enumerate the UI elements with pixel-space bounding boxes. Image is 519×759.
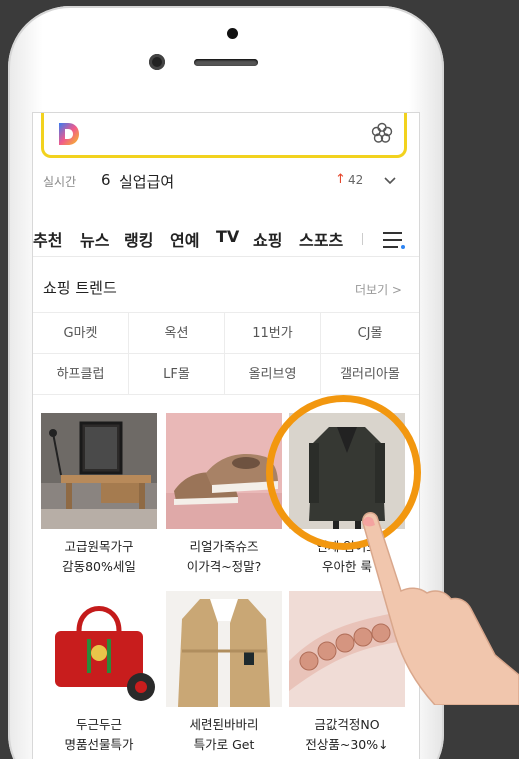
tab-sports[interactable]: 스포츠 (299, 227, 343, 251)
product-caption[interactable]: 리얼가죽슈즈 이가격~정말? (166, 537, 282, 577)
tab-tv[interactable]: TV (216, 227, 239, 246)
category-nav: 추천 뉴스 랭킹 연예 TV 쇼핑 스포츠 (33, 218, 419, 257)
caption-line: 리얼가죽슈즈 (189, 539, 259, 554)
realtime-keyword[interactable]: 실업급여 (119, 171, 174, 192)
section-title: 쇼핑 트렌드 (43, 279, 117, 297)
mall-link[interactable]: G마켓 (33, 313, 129, 354)
mall-link[interactable]: 갤러리아몰 (321, 354, 419, 395)
product-caption[interactable]: 금값걱정NO 전상품~30%↓ (289, 715, 405, 755)
caption-line: 이가격~정말? (186, 559, 262, 574)
menu-icon[interactable] (382, 230, 406, 250)
tab-news[interactable]: 뉴스 (80, 227, 109, 251)
caption-line: 두근두근 (75, 717, 122, 732)
mall-link[interactable]: 11번가 (225, 313, 321, 354)
realtime-rank: 6 (101, 171, 111, 189)
product-image[interactable] (41, 591, 157, 707)
nav-divider (362, 233, 363, 245)
caption-line: 세련된바바리 (189, 717, 259, 732)
up-arrow-icon: ↑ (335, 172, 346, 187)
mall-link[interactable]: 올리브영 (225, 354, 321, 395)
tab-ranking[interactable]: 랭킹 (124, 227, 153, 251)
mall-link[interactable]: 옥션 (129, 313, 225, 354)
mall-link[interactable]: CJ몰 (321, 313, 419, 354)
product-caption[interactable]: 세련된바바리 특가로 Get (166, 715, 282, 755)
caption-line: 명품선물특가 (64, 737, 134, 752)
product-image[interactable] (166, 413, 282, 529)
realtime-keyword-bar[interactable]: 실시간 6 실업급여 ↑ 42 (43, 169, 409, 195)
trend-count: 42 (348, 173, 364, 187)
caption-line: 고급원목가구 (64, 539, 134, 554)
mall-grid: G마켓 옥션 11번가 CJ몰 하프클럽 LF몰 올리브영 갤러리아몰 (33, 312, 419, 397)
mall-link[interactable]: 하프클럽 (33, 354, 129, 395)
product-image[interactable] (166, 591, 282, 707)
daum-logo-icon[interactable] (56, 121, 82, 147)
product-caption[interactable]: 고급원목가구 감동80%세일 (41, 537, 157, 577)
pointing-hand-icon (362, 512, 519, 705)
caption-line: 특가로 Get (193, 737, 255, 752)
search-box[interactable] (41, 113, 407, 158)
caption-line: 감동80%세일 (62, 559, 136, 574)
tab-shopping[interactable]: 쇼핑 (253, 227, 282, 251)
flower-icon[interactable] (370, 121, 394, 145)
speaker-grille (194, 59, 258, 66)
product-image[interactable] (41, 413, 157, 529)
front-sensor-icon (227, 28, 238, 39)
chevron-down-icon[interactable] (381, 171, 399, 189)
caption-line: 금값걱정NO (314, 717, 380, 732)
more-link[interactable]: 더보기 > (355, 281, 402, 298)
stage: 실시간 6 실업급여 ↑ 42 추천 뉴스 랭킹 연예 TV 쇼핑 스포츠 쇼핑… (0, 0, 519, 759)
realtime-label: 실시간 (43, 175, 77, 189)
product-caption[interactable]: 두근두근 명품선물특가 (41, 715, 157, 755)
tab-recommend[interactable]: 추천 (33, 227, 62, 251)
tab-entertainment[interactable]: 연예 (170, 227, 199, 251)
camera-icon (149, 54, 165, 70)
mall-link[interactable]: LF몰 (129, 354, 225, 395)
caption-line: 전상품~30%↓ (305, 737, 389, 752)
